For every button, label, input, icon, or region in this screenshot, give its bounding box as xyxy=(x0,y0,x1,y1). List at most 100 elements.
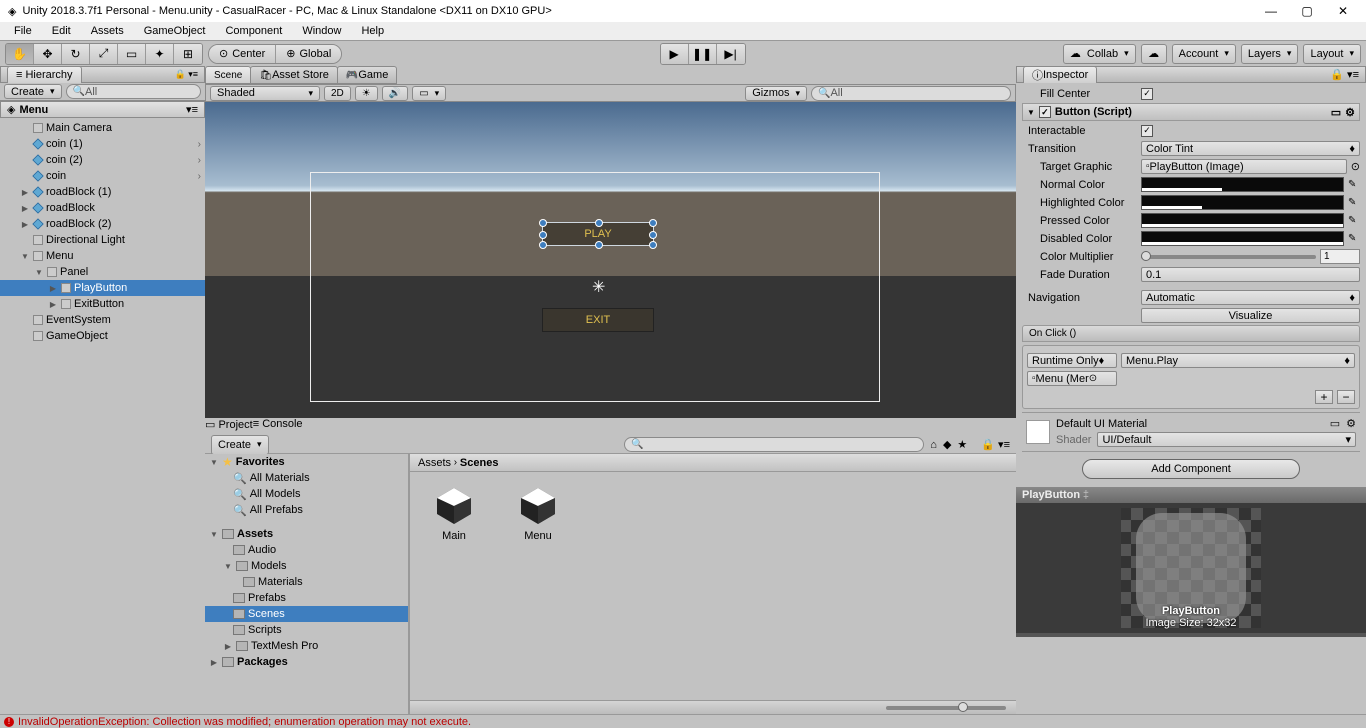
menu-edit[interactable]: Edit xyxy=(44,24,79,38)
material-settings-icon[interactable]: ⚙ xyxy=(1346,417,1356,430)
disabled-color-swatch[interactable] xyxy=(1141,231,1344,246)
asset-main-scene[interactable]: Main xyxy=(422,484,486,542)
menu-component[interactable]: Component xyxy=(217,24,290,38)
remove-event-button[interactable]: − xyxy=(1337,390,1355,404)
hierarchy-item[interactable]: Directional Light xyxy=(0,232,205,248)
maximize-button[interactable]: ▢ xyxy=(1298,4,1316,18)
tab-console[interactable]: ≡ Console xyxy=(253,418,303,436)
fill-center-checkbox[interactable]: ✓ xyxy=(1141,88,1153,100)
assets-header[interactable]: ▼Assets xyxy=(205,526,408,542)
hierarchy-item[interactable]: ▼Menu xyxy=(0,248,205,264)
audio-toggle[interactable]: 🔊 xyxy=(382,86,408,101)
layers-dropdown[interactable]: Layers▾ xyxy=(1241,44,1299,64)
function-dropdown[interactable]: Menu.Play♦ xyxy=(1121,353,1355,368)
navigation-dropdown[interactable]: Automatic♦ xyxy=(1141,290,1360,305)
scale-tool[interactable]: ⤢ xyxy=(90,44,118,64)
hierarchy-item[interactable]: ▶ExitButton xyxy=(0,296,205,312)
gizmos-dropdown[interactable]: Gizmos▾ xyxy=(745,86,807,101)
folder-materials[interactable]: Materials xyxy=(205,574,408,590)
material-help-icon[interactable]: ▭ xyxy=(1330,417,1340,430)
hierarchy-item[interactable]: EventSystem xyxy=(0,312,205,328)
2d-toggle[interactable]: 2D xyxy=(324,86,351,101)
tab-game[interactable]: 🎮 Game xyxy=(337,66,397,84)
hierarchy-tab[interactable]: ≡ Hierarchy xyxy=(7,66,82,83)
filter-by-type[interactable]: ◆ xyxy=(943,438,951,451)
button-component-header[interactable]: ▼ ✓ Button (Script) ▭ ⚙ xyxy=(1022,103,1360,121)
hierarchy-item[interactable]: Main Camera xyxy=(0,120,205,136)
save-search[interactable]: ★ xyxy=(957,438,967,451)
pause-button[interactable]: ❚❚ xyxy=(689,44,717,64)
project-create[interactable]: Create▾ xyxy=(211,435,269,455)
menu-assets[interactable]: Assets xyxy=(83,24,132,38)
visualize-button[interactable]: Visualize xyxy=(1141,308,1360,323)
color-multiplier-slider[interactable] xyxy=(1141,255,1316,259)
hierarchy-item[interactable]: coin (2)› xyxy=(0,152,205,168)
collab-dropdown[interactable]: ☁Collab▾ xyxy=(1063,44,1136,64)
eyedropper-icon[interactable]: ✎ xyxy=(1348,215,1360,226)
highlighted-color-swatch[interactable] xyxy=(1141,195,1344,210)
fav-all-prefabs[interactable]: 🔍All Prefabs xyxy=(205,502,408,518)
hand-tool[interactable]: ✋ xyxy=(6,44,34,64)
folder-audio[interactable]: Audio xyxy=(205,542,408,558)
menu-file[interactable]: File xyxy=(6,24,40,38)
status-bar[interactable]: ! InvalidOperationException: Collection … xyxy=(0,714,1366,728)
target-graphic-field[interactable]: ▫PlayButton (Image) xyxy=(1141,159,1347,174)
hierarchy-item[interactable]: ▶roadBlock xyxy=(0,200,205,216)
layout-dropdown[interactable]: Layout▾ xyxy=(1303,44,1361,64)
shading-dropdown[interactable]: Shaded▾ xyxy=(210,86,320,101)
folder-textmeshpro[interactable]: ▶TextMesh Pro xyxy=(205,638,408,654)
onclick-header[interactable]: On Click () xyxy=(1022,325,1360,342)
hierarchy-item[interactable]: GameObject xyxy=(0,328,205,344)
color-multiplier-value[interactable] xyxy=(1320,249,1360,264)
help-icon[interactable]: ▭ xyxy=(1331,106,1341,119)
hierarchy-item[interactable]: coin› xyxy=(0,168,205,184)
hierarchy-item[interactable]: ▶roadBlock (1) xyxy=(0,184,205,200)
play-button-ui[interactable]: PLAY xyxy=(542,222,654,246)
shader-dropdown[interactable]: UI/Default▾ xyxy=(1097,432,1356,447)
preset-icon[interactable]: ⚙ xyxy=(1345,106,1355,119)
packages-header[interactable]: ▶Packages xyxy=(205,654,408,670)
services-button[interactable]: ☁ xyxy=(1141,44,1167,64)
add-component-button[interactable]: Add Component xyxy=(1082,459,1300,479)
fav-all-models[interactable]: 🔍All Models xyxy=(205,486,408,502)
inspector-tab[interactable]: ⓘ Inspector xyxy=(1023,66,1097,83)
inspector-lock-icon[interactable]: 🔒 ▾≡ xyxy=(1330,68,1359,81)
hierarchy-item[interactable]: ▼Panel xyxy=(0,264,205,280)
normal-color-swatch[interactable] xyxy=(1141,177,1344,192)
hierarchy-item[interactable]: ▶roadBlock (2) xyxy=(0,216,205,232)
menu-help[interactable]: Help xyxy=(353,24,392,38)
scene-search[interactable]: 🔍All xyxy=(811,86,1011,101)
folder-scenes[interactable]: Scenes xyxy=(205,606,408,622)
menu-window[interactable]: Window xyxy=(294,24,349,38)
project-search[interactable]: 🔍 xyxy=(624,437,924,452)
move-tool[interactable]: ✥ xyxy=(34,44,62,64)
filter-by-label[interactable]: ⌂ xyxy=(930,439,937,451)
menu-gameobject[interactable]: GameObject xyxy=(136,24,214,38)
scene-view[interactable]: PLAY ✳ EXIT xyxy=(205,102,1016,418)
fade-duration-field[interactable]: 0.1 xyxy=(1141,267,1360,282)
runtime-dropdown[interactable]: Runtime Only♦ xyxy=(1027,353,1117,368)
exit-button-ui[interactable]: EXIT xyxy=(542,308,654,332)
fav-all-materials[interactable]: 🔍All Materials xyxy=(205,470,408,486)
hierarchy-item[interactable]: coin (1)› xyxy=(0,136,205,152)
tab-asset-store[interactable]: 🛍 Asset Store xyxy=(250,66,338,84)
folder-prefabs[interactable]: Prefabs xyxy=(205,590,408,606)
eyedropper-icon[interactable]: ✎ xyxy=(1348,179,1360,190)
tab-scene[interactable]: Scene xyxy=(205,66,251,84)
hierarchy-create[interactable]: Create▾ xyxy=(4,84,62,99)
scene-root[interactable]: ◈ Menu ▾≡ xyxy=(0,101,205,118)
breadcrumb[interactable]: Assets › Scenes xyxy=(410,454,1016,472)
rotate-tool[interactable]: ↻ xyxy=(62,44,90,64)
play-button[interactable]: ▶ xyxy=(661,44,689,64)
combined-tool[interactable]: ✦ xyxy=(146,44,174,64)
eyedropper-icon[interactable]: ✎ xyxy=(1348,197,1360,208)
add-event-button[interactable]: + xyxy=(1315,390,1333,404)
object-picker-icon[interactable]: ⊙ xyxy=(1351,160,1360,173)
tab-project[interactable]: ▭ Project xyxy=(205,418,253,436)
minimize-button[interactable]: — xyxy=(1262,4,1280,18)
fx-dropdown[interactable]: ▭▾ xyxy=(412,86,446,101)
step-button[interactable]: ▶| xyxy=(717,44,745,64)
hierarchy-item[interactable]: ▶PlayButton xyxy=(0,280,205,296)
favorites-header[interactable]: ▼★Favorites xyxy=(205,454,408,470)
transition-dropdown[interactable]: Color Tint♦ xyxy=(1141,141,1360,156)
